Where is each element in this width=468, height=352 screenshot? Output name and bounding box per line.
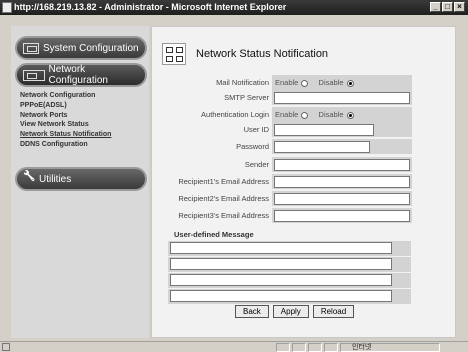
network-submenu: Network Configuration PPPoE(ADSL) Networ… (20, 91, 111, 150)
network-configuration-button[interactable]: Network Configuration (15, 63, 147, 87)
sender-label: Sender (244, 160, 269, 169)
smtp-server-input[interactable] (274, 92, 410, 104)
system-configuration-button[interactable]: System Configuration (15, 36, 147, 60)
mail-disable-label: Disable (318, 78, 344, 87)
mail-notification-label: Mail Notification (216, 78, 269, 87)
sidebar-item-network-configuration[interactable]: Network Configuration (20, 91, 111, 101)
message-line-4-input[interactable] (170, 290, 392, 302)
sidebar-item-pppoe[interactable]: PPPoE(ADSL) (20, 101, 111, 111)
auth-login-label: Authentication Login (201, 110, 269, 119)
message-line-3-input[interactable] (170, 274, 392, 286)
network-icon (23, 69, 45, 81)
message-line-2-input[interactable] (170, 258, 392, 270)
recipient1-input[interactable] (274, 176, 410, 188)
password-row: Password (162, 139, 428, 154)
auth-enable-label: Enable (275, 110, 299, 119)
window-title-bar: http://168.219.13.82 - Administrator - M… (0, 0, 468, 15)
page-heading: Network Status Notification (162, 41, 428, 67)
message-line-2-row (168, 257, 411, 272)
mail-enable-radio[interactable] (301, 79, 309, 87)
recipient3-input[interactable] (274, 210, 410, 222)
main-panel: Network Status Notification Mail Notific… (151, 26, 456, 338)
smtp-server-label: SMTP Server (224, 93, 269, 102)
close-button[interactable]: × (454, 2, 465, 12)
window-title: http://168.219.13.82 - Administrator - M… (14, 2, 287, 12)
back-button[interactable]: Back (235, 305, 269, 318)
mail-notification-row: Mail Notification Enable Disable (162, 75, 428, 90)
user-id-input[interactable] (274, 124, 374, 136)
sidebar: System Configuration Network Configurati… (11, 26, 149, 338)
message-line-3-row (168, 273, 411, 288)
recipient2-label: Recipient2's Email Address (178, 194, 269, 203)
page-status-icon (2, 343, 10, 351)
auth-disable-radio[interactable] (346, 111, 354, 119)
recipient2-input[interactable] (274, 193, 410, 205)
sidebar-item-view-network-status[interactable]: View Network Status (20, 120, 111, 130)
reload-button[interactable]: Reload (312, 305, 355, 318)
auth-disable-label: Disable (318, 110, 344, 119)
apply-button[interactable]: Apply (272, 305, 309, 318)
user-id-row: User ID (162, 122, 428, 137)
recipient2-row: Recipient2's Email Address (162, 191, 428, 206)
recipient1-row: Recipient1's Email Address (162, 174, 428, 189)
sidebar-item-ddns-configuration[interactable]: DDNS Configuration (20, 140, 111, 150)
mail-enable-label: Enable (275, 78, 299, 87)
status-bar: 인터넷 (0, 341, 468, 352)
window-controls: _ □ × (430, 2, 465, 12)
wrench-icon (23, 173, 35, 185)
maximize-button[interactable]: □ (442, 2, 453, 12)
system-configuration-label: System Configuration (43, 42, 139, 54)
mail-disable-radio[interactable] (346, 79, 354, 87)
password-label: Password (236, 142, 269, 151)
page-title: Network Status Notification (196, 48, 329, 60)
utilities-button[interactable]: Utilities (15, 167, 147, 191)
minimize-button[interactable]: _ (430, 2, 441, 12)
sidebar-item-network-ports[interactable]: Network Ports (20, 111, 111, 121)
ie-icon (2, 2, 12, 13)
sidebar-item-network-status-notification[interactable]: Network Status Notification (20, 130, 111, 140)
notification-form: Network Status Notification Mail Notific… (162, 41, 428, 331)
form-buttons: Back Apply Reload (235, 305, 355, 318)
password-input[interactable] (274, 141, 370, 153)
auth-login-row: Authentication Login Enable Disable (162, 107, 428, 122)
smtp-server-row: SMTP Server (162, 90, 428, 105)
recipient1-label: Recipient1's Email Address (178, 177, 269, 186)
message-line-1-input[interactable] (170, 242, 392, 254)
user-defined-message-label: User-defined Message (174, 230, 254, 239)
internet-zone-label: 인터넷 (352, 343, 372, 351)
sender-row: Sender (162, 157, 428, 172)
recipient3-label: Recipient3's Email Address (178, 211, 269, 220)
message-line-1-row (168, 241, 411, 256)
message-line-4-row (168, 289, 411, 304)
user-id-label: User ID (243, 125, 269, 134)
utilities-label: Utilities (39, 173, 72, 185)
sender-input[interactable] (274, 159, 410, 171)
computer-icon (23, 42, 39, 54)
network-configuration-label: Network Configuration (48, 64, 108, 86)
auth-enable-radio[interactable] (301, 111, 309, 119)
recipient3-row: Recipient3's Email Address (162, 208, 428, 223)
network-status-icon (162, 43, 186, 65)
